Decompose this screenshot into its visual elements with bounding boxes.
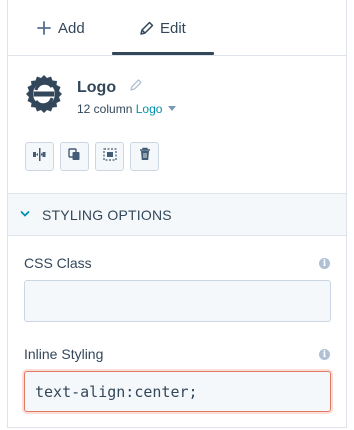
css-class-label: CSS Class xyxy=(24,255,92,271)
select-area-icon xyxy=(102,147,117,166)
logo-module-icon xyxy=(24,74,68,118)
module-width-label: 12 column xyxy=(77,102,133,116)
editor-sidebar: Add Edit Logo 12 column Logo STYLING OPT… xyxy=(7,0,347,428)
chevron-down-icon[interactable] xyxy=(168,106,177,112)
chevron-down-icon xyxy=(20,209,32,221)
split-module-button[interactable] xyxy=(25,142,54,171)
edit-name-pencil-icon[interactable] xyxy=(129,78,145,94)
tab-add-label: Add xyxy=(58,19,85,37)
inline-styling-input[interactable]: text-align:center; xyxy=(24,371,331,412)
trash-icon xyxy=(139,147,151,166)
tab-edit[interactable]: Edit xyxy=(138,0,186,56)
module-title: Logo xyxy=(77,79,117,96)
css-class-input[interactable] xyxy=(24,280,331,322)
plus-icon xyxy=(36,20,52,36)
inline-styling-label: Inline Styling xyxy=(24,346,104,362)
module-actions xyxy=(25,142,159,171)
clone-module-button[interactable] xyxy=(60,142,89,171)
pencil-icon xyxy=(138,20,154,36)
tab-add[interactable]: Add xyxy=(36,0,85,56)
split-icon xyxy=(32,147,47,166)
delete-module-button[interactable] xyxy=(130,142,159,171)
styling-options-toggle[interactable]: STYLING OPTIONS xyxy=(8,193,346,236)
module-type-dropdown[interactable]: Logo xyxy=(136,102,163,116)
section-title: STYLING OPTIONS xyxy=(42,206,172,223)
clone-icon xyxy=(68,147,81,166)
tab-bar: Add Edit xyxy=(8,0,346,56)
info-icon[interactable]: i xyxy=(319,349,330,360)
info-icon[interactable]: i xyxy=(319,258,330,269)
module-subtitle: 12 column Logo xyxy=(77,102,177,116)
select-area-button[interactable] xyxy=(95,142,124,171)
module-header: Logo 12 column Logo xyxy=(24,74,334,124)
tab-edit-label: Edit xyxy=(160,19,186,37)
active-tab-indicator xyxy=(112,52,214,55)
